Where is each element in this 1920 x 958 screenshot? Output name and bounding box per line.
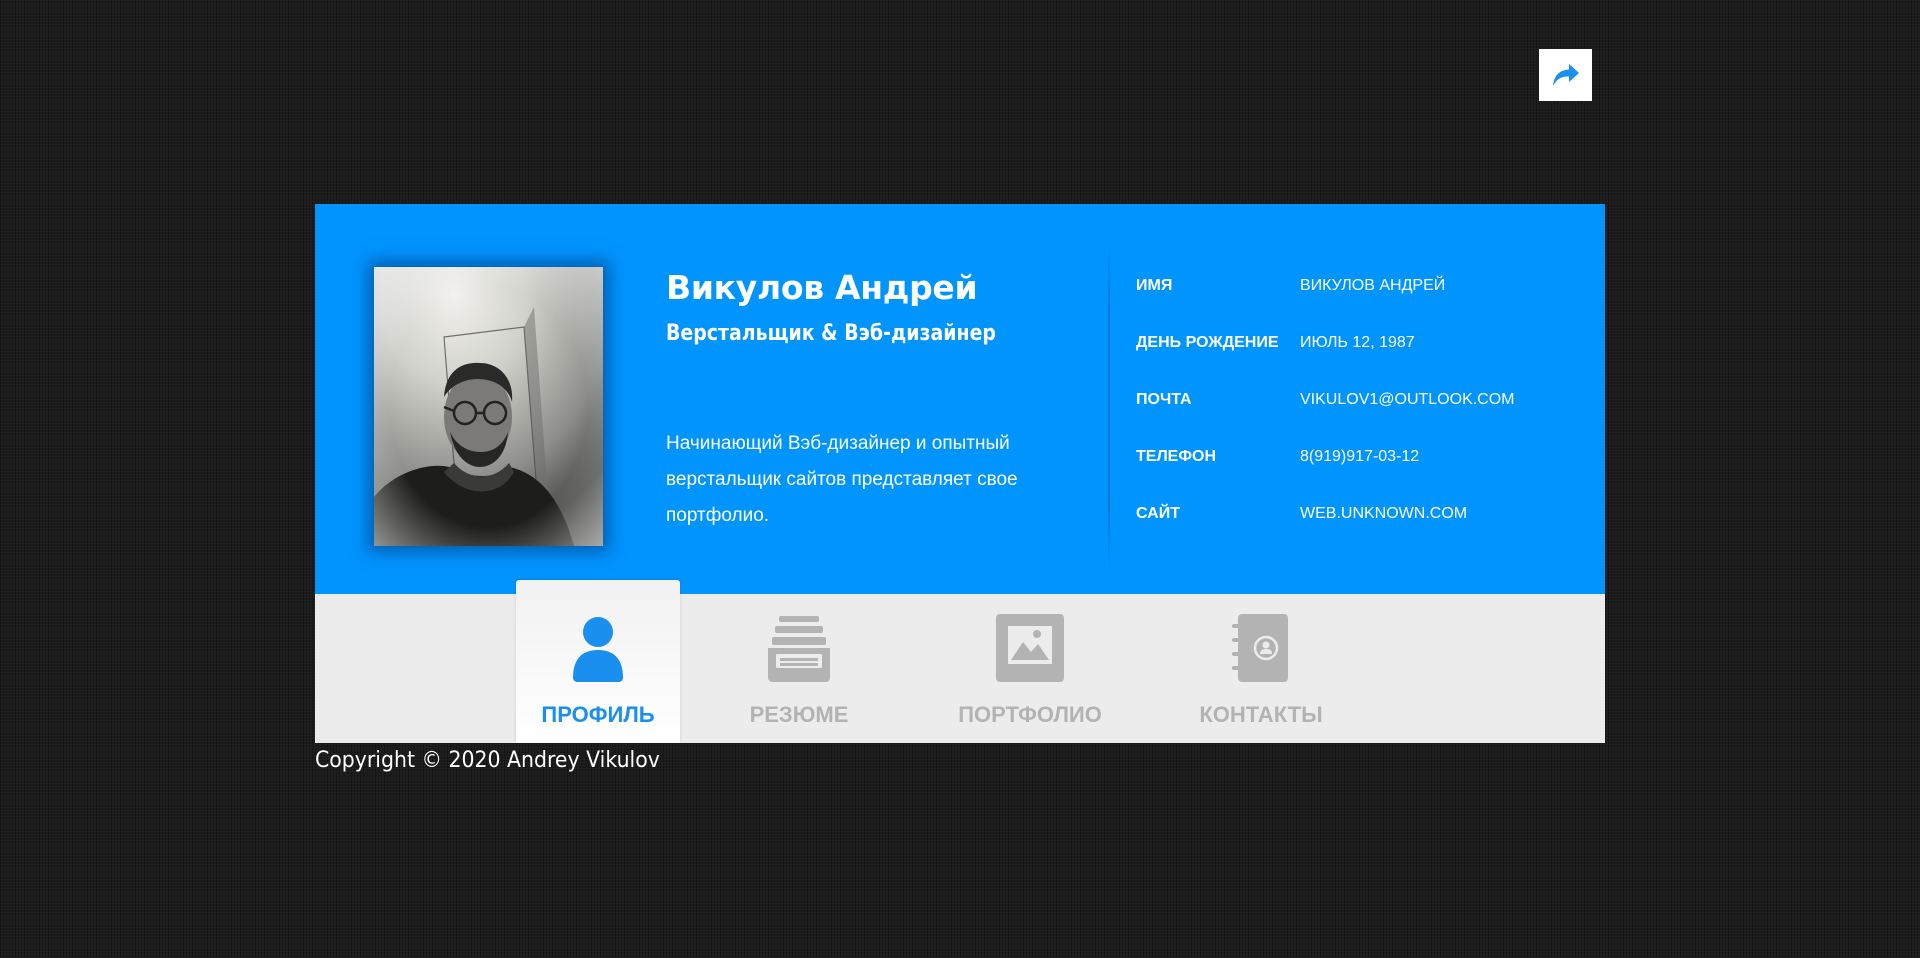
info-label: ДЕНЬ РОЖДЕНИЕ (1136, 334, 1279, 351)
profile-photo (374, 267, 603, 546)
section-divider (1108, 246, 1110, 570)
info-label: ИМЯ (1136, 277, 1173, 294)
info-list: ИМЯ ВИКУЛОВ АНДРЕЙ ДЕНЬ РОЖДЕНИЕ ИЮЛЬ 12… (1136, 274, 1515, 559)
profile-header: Викулов Андрей Верстальщик & Вэб-дизайне… (315, 204, 1605, 594)
tab-label: ПОРТФОЛИО (958, 702, 1102, 727)
profile-role: Верстальщик & Вэб-дизайнер (666, 321, 996, 346)
info-value: WEB.UNKNOWN.COM (1300, 505, 1468, 522)
tab-profile[interactable]: ПРОФИЛЬ (516, 580, 680, 743)
profile-name: Викулов Андрей (666, 268, 978, 307)
info-value: ИЮЛЬ 12, 1987 (1300, 334, 1415, 351)
info-row-name: ИМЯ ВИКУЛОВ АНДРЕЙ (1136, 274, 1515, 331)
info-row-email: ПОЧТА VIKULOV1@OUTLOOK.COM (1136, 388, 1515, 445)
tab-label: КОНТАКТЫ (1199, 702, 1323, 727)
image-icon (996, 614, 1064, 682)
profile-bio: Начинающий Вэб-дизайнер и опытный верста… (666, 433, 1018, 526)
info-label: ТЕЛЕФОН (1136, 448, 1216, 465)
tab-bar: ПРОФИЛЬ РЕЗЮМЕ ПОРТФОЛИО КОНТАКТЫ (315, 580, 1605, 743)
info-label: ПОЧТА (1136, 391, 1192, 408)
share-button[interactable] (1539, 49, 1592, 101)
profile-card: Викулов Андрей Верстальщик & Вэб-дизайне… (315, 204, 1605, 743)
tab-label: ПРОФИЛЬ (541, 702, 655, 727)
info-value: ВИКУЛОВ АНДРЕЙ (1300, 277, 1446, 294)
user-icon (573, 617, 623, 682)
contact-book-icon (1232, 614, 1288, 682)
tab-label: РЕЗЮМЕ (749, 702, 849, 727)
archive-icon (768, 616, 830, 682)
info-row-birthday: ДЕНЬ РОЖДЕНИЕ ИЮЛЬ 12, 1987 (1136, 331, 1515, 388)
info-value: 8(919)917-03-12 (1300, 448, 1420, 465)
share-arrow-icon (1552, 64, 1579, 86)
info-value: VIKULOV1@OUTLOOK.COM (1300, 391, 1515, 408)
copyright: Copyright © 2020 Andrey Vikulov (315, 748, 660, 773)
info-row-phone: ТЕЛЕФОН 8(919)917-03-12 (1136, 445, 1515, 502)
tab-portfolio[interactable]: ПОРТФОЛИО (948, 594, 1112, 743)
tab-resume[interactable]: РЕЗЮМЕ (717, 594, 881, 743)
tab-contacts[interactable]: КОНТАКТЫ (1179, 594, 1343, 743)
info-row-site: САЙТ WEB.UNKNOWN.COM (1136, 502, 1515, 559)
info-label: САЙТ (1136, 505, 1180, 522)
